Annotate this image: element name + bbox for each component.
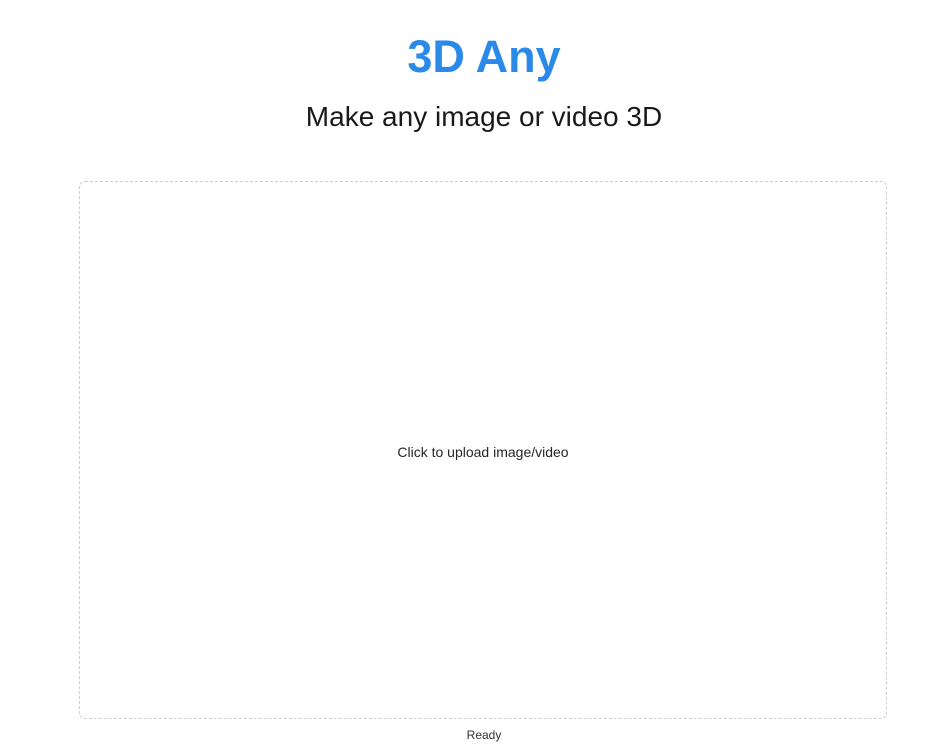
app-root: 3D Any Make any image or video 3D Click …: [0, 0, 947, 755]
page-title: 3D Any: [407, 31, 561, 82]
upload-prompt-label: Click to upload image/video: [397, 444, 569, 460]
upload-dropzone[interactable]: Click to upload image/video: [79, 181, 887, 719]
page-subtitle: Make any image or video 3D: [305, 101, 663, 132]
status-text: Ready: [466, 728, 502, 742]
